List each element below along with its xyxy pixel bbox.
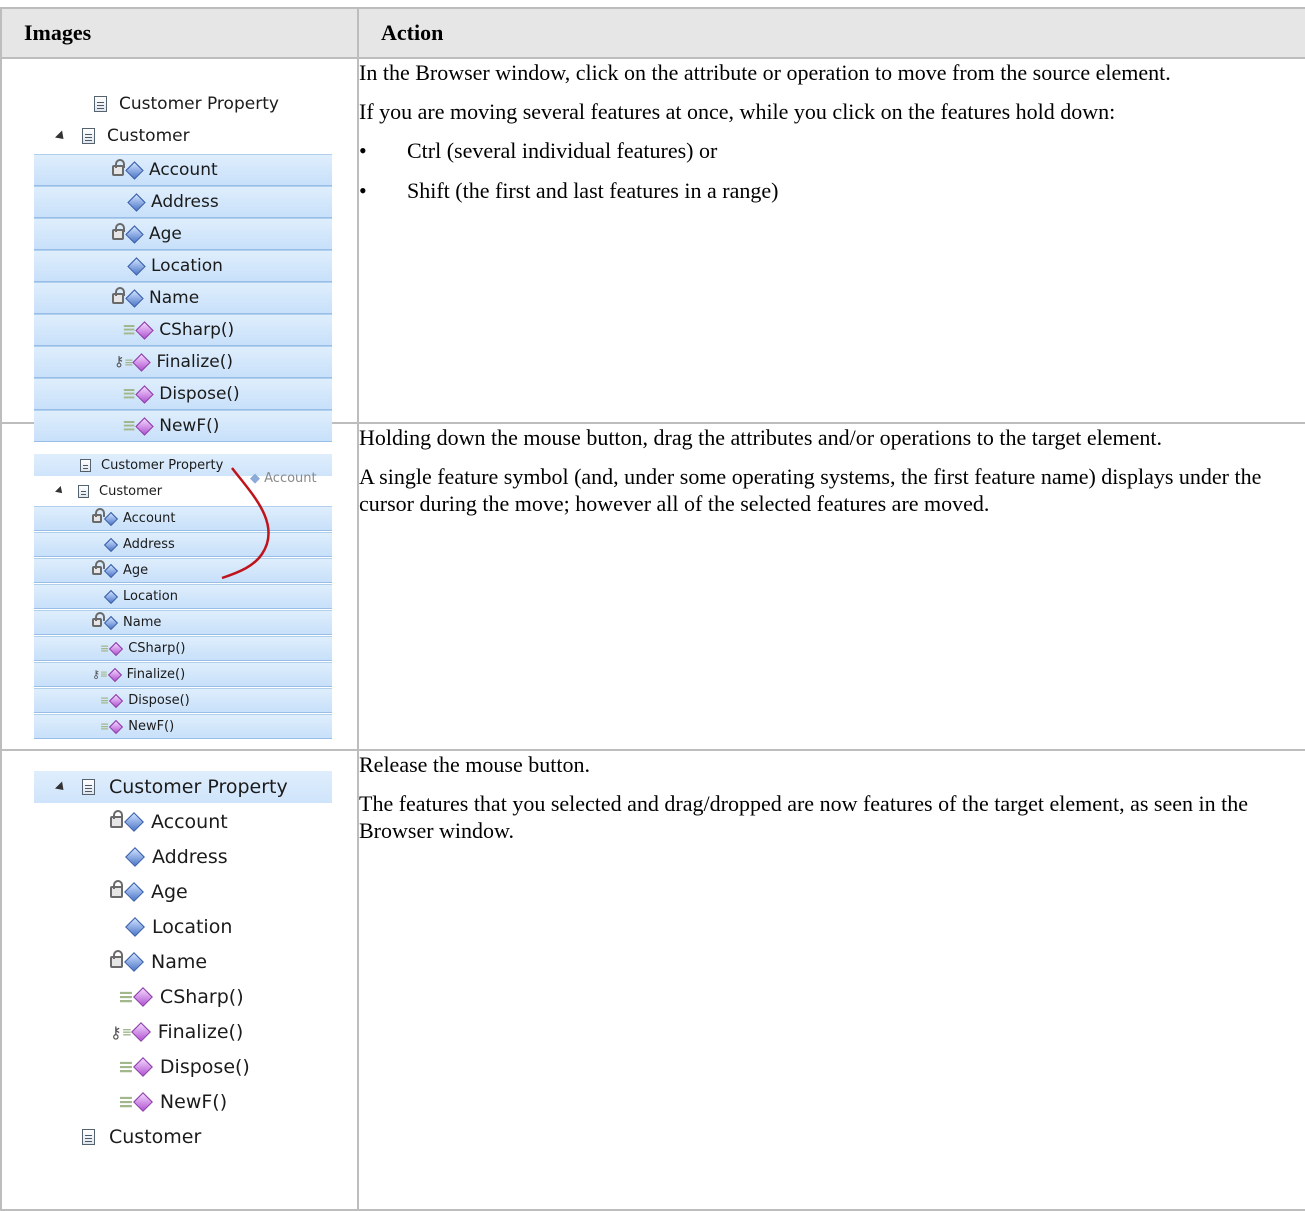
- action-cell-1: In the Browser window, click on the attr…: [357, 57, 1305, 424]
- tree-item-finalize[interactable]: ⚷ ≡ Finalize(): [34, 1016, 408, 1048]
- action-text: Holding down the mouse button, drag the …: [359, 425, 1163, 450]
- class-icon: [82, 128, 95, 144]
- tree-item-location[interactable]: Location: [34, 250, 332, 282]
- expand-triangle-icon[interactable]: [54, 780, 68, 794]
- attribute-icon: [124, 812, 144, 832]
- header-images: Images: [0, 7, 359, 59]
- operation-icon: [109, 719, 124, 734]
- action-text: Release the mouse button.: [359, 752, 590, 777]
- operation-icon: [109, 641, 124, 656]
- header-action: Action: [357, 7, 1305, 59]
- operation-icon: [135, 320, 154, 340]
- attribute-icon: [125, 160, 144, 180]
- tree-item-finalize[interactable]: ⚷ ≡ Finalize(): [34, 346, 332, 378]
- operation-icon: [107, 667, 122, 682]
- tree-item-finalize[interactable]: ⚷ ≡ Finalize(): [34, 662, 332, 687]
- operation-marker-icon: ≡: [118, 1056, 134, 1078]
- tree-node-customer[interactable]: Customer: [34, 1121, 380, 1153]
- lock-icon: [110, 810, 123, 828]
- tree-node-customer[interactable]: Customer: [34, 121, 332, 151]
- attribute-icon: [103, 615, 119, 630]
- class-icon: [82, 1129, 95, 1145]
- lock-icon: [112, 286, 125, 304]
- tree-item-name[interactable]: Name: [34, 282, 332, 314]
- attribute-icon: [125, 917, 145, 937]
- attribute-icon: [124, 882, 144, 902]
- lock-icon: [110, 880, 123, 898]
- tree-item-location[interactable]: Location: [34, 911, 426, 943]
- action-text: If you are moving several features at on…: [359, 99, 1116, 124]
- action-text: A single feature symbol (and, under some…: [359, 464, 1262, 516]
- attribute-icon: [125, 224, 144, 244]
- lock-icon: [92, 612, 105, 627]
- attribute-icon: [125, 288, 144, 308]
- operation-marker-icon: ≡: [118, 1091, 134, 1113]
- operation-icon: [109, 693, 124, 708]
- images-cell-3: Customer Property Account Address Age Lo…: [0, 749, 359, 1211]
- key-icon: ⚷: [110, 1022, 122, 1042]
- tree-item-age[interactable]: Age: [34, 876, 408, 908]
- attribute-icon: [127, 256, 146, 276]
- images-cell-1: Customer Property Customer Account Addre…: [0, 57, 359, 442]
- expand-triangle-icon[interactable]: [54, 129, 68, 143]
- key-icon: ⚷: [114, 354, 125, 370]
- operation-icon: [133, 987, 153, 1007]
- attribute-icon: [127, 192, 146, 212]
- operation-icon: [130, 1022, 151, 1042]
- tree-item-dispose[interactable]: ≡ Dispose(): [34, 1051, 416, 1083]
- class-icon: [82, 779, 95, 795]
- attribute-icon: [125, 847, 145, 867]
- operation-icon: [135, 384, 154, 404]
- bullet-item: Shift (the first and last features in a …: [359, 177, 1305, 204]
- operation-marker-icon: ≡: [118, 986, 134, 1008]
- tree-item-name[interactable]: Name: [34, 946, 408, 978]
- tree-item-dispose[interactable]: ≡ Dispose(): [34, 378, 332, 410]
- key-icon: ⚷: [92, 668, 101, 681]
- tree-item-csharp[interactable]: ≡ CSharp(): [34, 636, 332, 661]
- action-cell-2: Holding down the mouse button, drag the …: [357, 422, 1305, 751]
- operation-icon: [133, 1092, 153, 1112]
- tree-item-age[interactable]: Age: [34, 218, 332, 250]
- bullet-list: Ctrl (several individual features) or Sh…: [359, 137, 1305, 204]
- table-row: Customer Property Customer Account Addre…: [0, 57, 1305, 442]
- images-cell-2: Customer Property ◆ Account Customer Acc…: [0, 422, 359, 751]
- action-cell-3: Release the mouse button. The features t…: [357, 749, 1305, 1211]
- tree-node-customer-property[interactable]: Customer Property: [34, 89, 332, 119]
- drag-path-curve: [221, 467, 270, 580]
- tree-item-newf[interactable]: ≡ NewF(): [34, 714, 332, 739]
- action-text: In the Browser window, click on the attr…: [359, 60, 1171, 85]
- tree-item-csharp[interactable]: ≡ CSharp(): [34, 981, 416, 1013]
- operation-icon: [132, 352, 152, 372]
- lock-icon: [112, 158, 125, 176]
- tree-item-address[interactable]: Address: [34, 186, 332, 218]
- instruction-table: Images Action Customer Property Customer…: [0, 7, 1305, 1211]
- tree-item-newf[interactable]: ≡ NewF(): [34, 1086, 416, 1118]
- bullet-item: Ctrl (several individual features) or: [359, 137, 1305, 164]
- table-header-row: Images Action: [0, 7, 1305, 59]
- tree-item-dispose[interactable]: ≡ Dispose(): [34, 688, 332, 713]
- tree-item-name[interactable]: Name: [34, 610, 332, 635]
- class-icon: [94, 96, 107, 112]
- tree-node-customer-property-target[interactable]: Customer Property: [34, 771, 332, 803]
- action-text: The features that you selected and drag/…: [359, 791, 1249, 843]
- drag-path: [221, 467, 270, 580]
- tree-item-csharp[interactable]: ≡ CSharp(): [34, 314, 332, 346]
- tree-item-address[interactable]: Address: [34, 841, 426, 873]
- tree-item-account[interactable]: Account: [34, 154, 332, 186]
- table-row: Customer Property ◆ Account Customer Acc…: [0, 422, 1305, 751]
- attribute-icon: [124, 952, 144, 972]
- operation-icon: [133, 1057, 153, 1077]
- tree-item-account[interactable]: Account: [34, 806, 408, 838]
- lock-icon: [112, 222, 125, 240]
- table-row: Customer Property Account Address Age Lo…: [0, 749, 1305, 1211]
- lock-icon: [110, 950, 123, 968]
